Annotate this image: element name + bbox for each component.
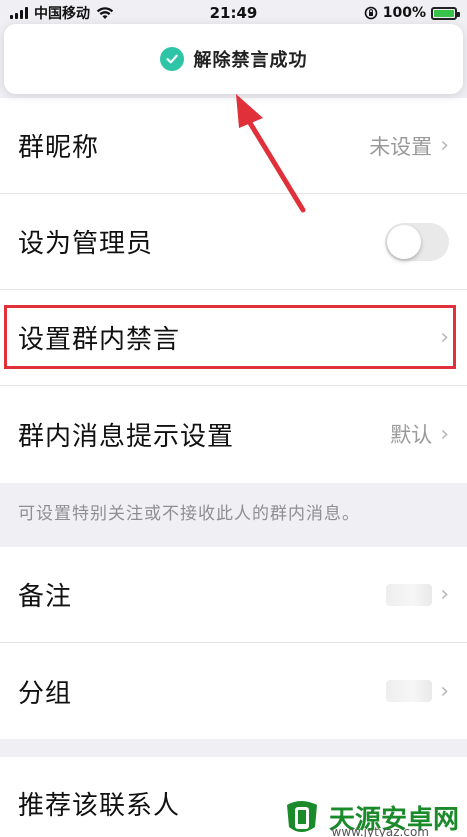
row-remark[interactable]: 备注 ›: [0, 547, 467, 643]
check-icon: [159, 47, 184, 71]
battery-icon: [431, 6, 460, 20]
admin-label: 设为管理员: [18, 229, 154, 259]
remark-label: 备注: [18, 582, 73, 612]
annotation-arrow-icon: [236, 94, 306, 213]
admin-toggle[interactable]: [385, 222, 449, 261]
clock: 21:49: [209, 4, 258, 22]
mute-label: 设置群内禁言: [18, 325, 181, 355]
watermark-logo-icon: [286, 801, 317, 832]
group-value: ›: [386, 679, 449, 704]
nickname-value: 未设置 ›: [369, 131, 449, 161]
chevron-right-icon: ›: [440, 325, 449, 350]
notify-value: 默认 ›: [390, 419, 449, 449]
settings-group-remark: 备注 › 分组 ›: [0, 547, 467, 739]
toast-message: 解除禁言成功: [193, 50, 308, 71]
group-label: 分组: [18, 678, 73, 709]
chevron-right-icon: ›: [440, 582, 449, 607]
watermark-url: www.jytyaz.com: [331, 825, 430, 837]
success-toast: 解除禁言成功: [4, 24, 463, 94]
remark-blurred-value: [386, 583, 433, 606]
notify-label: 群内消息提示设置: [18, 421, 235, 452]
nickname-value-text: 未设置: [369, 134, 433, 159]
toggle-knob: [387, 224, 421, 259]
notify-value-text: 默认: [390, 423, 433, 447]
row-mute[interactable]: 设置群内禁言 ›: [0, 290, 467, 386]
status-bar: 中国移动 21:49 100%: [0, 0, 467, 26]
remark-value: ›: [386, 582, 449, 607]
group-blurred-value: [386, 680, 433, 702]
recommend-label: 推荐该联系人: [18, 790, 181, 821]
nickname-label: 群昵称: [18, 133, 100, 163]
chevron-right-icon: ›: [440, 421, 449, 447]
notify-hint: 可设置特别关注或不接收此人的群内消息。: [18, 503, 360, 524]
watermark: 天源安卓网 www.jytyaz.com: [281, 797, 459, 837]
row-group[interactable]: 分组 ›: [0, 643, 467, 739]
mute-value: ›: [440, 325, 449, 350]
chevron-right-icon: ›: [440, 678, 449, 704]
row-notify[interactable]: 群内消息提示设置 默认 ›: [0, 386, 467, 482]
chevron-right-icon: ›: [440, 133, 449, 158]
